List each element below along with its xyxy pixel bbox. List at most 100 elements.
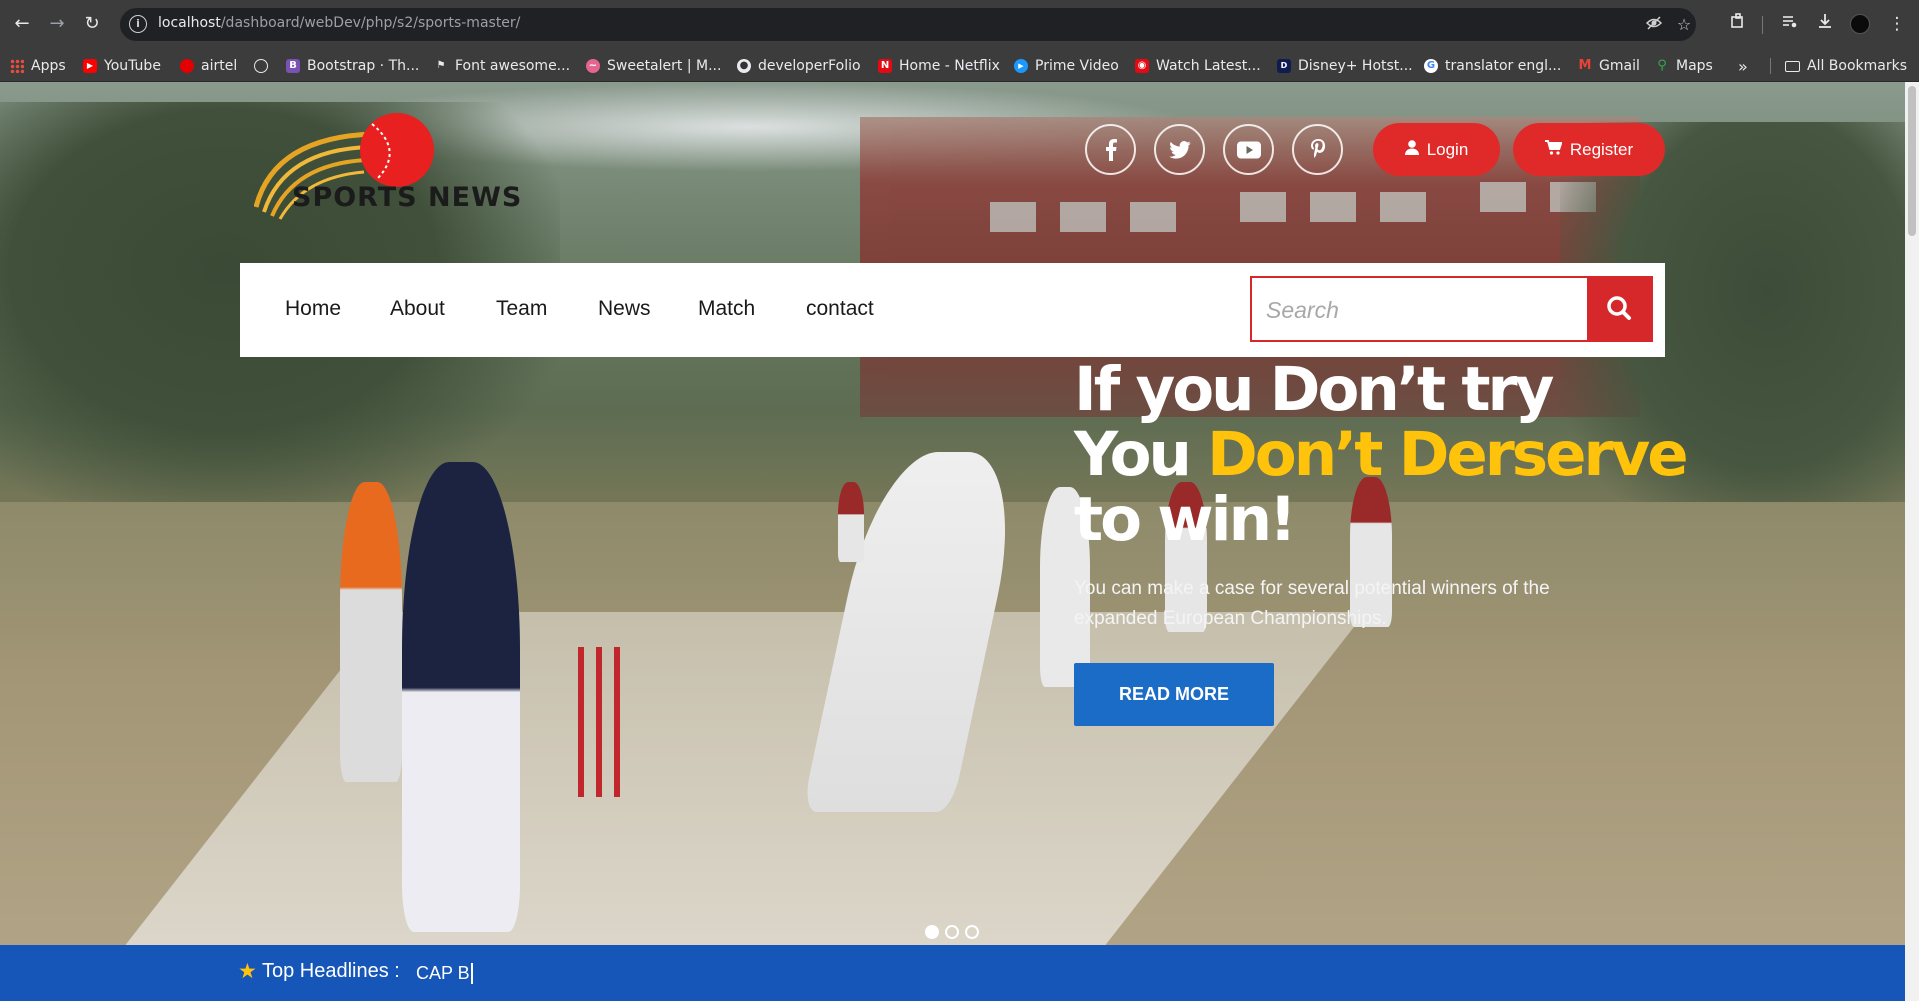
bookmark-translator[interactable]: G translator engl...: [1424, 56, 1561, 76]
facebook-button[interactable]: [1085, 124, 1136, 175]
forward-icon[interactable]: →: [45, 12, 69, 36]
bookmark-prime-video[interactable]: ▶ Prime Video: [1014, 56, 1119, 76]
back-icon[interactable]: ←: [10, 12, 34, 36]
bookmark-developerfolio[interactable]: ● developerFolio: [737, 56, 861, 76]
bookmark-label: Font awesome...: [455, 58, 571, 74]
bookmark-airtel[interactable]: airtel: [180, 56, 237, 76]
profile-icon[interactable]: [1850, 14, 1870, 34]
font-awesome-icon: ⚑: [436, 60, 446, 71]
search-button[interactable]: [1587, 276, 1653, 342]
url-host: localhost: [158, 15, 221, 31]
reload-icon[interactable]: ↻: [80, 12, 104, 36]
sweetalert-icon: ~: [586, 59, 600, 73]
menu-icon[interactable]: ⋮: [1885, 12, 1909, 36]
airtel-icon: [180, 59, 194, 73]
slider-dot-2[interactable]: [945, 925, 959, 939]
nav-contact[interactable]: contact: [806, 297, 874, 321]
url-text[interactable]: localhost/dashboard/webDev/php/s2/sports…: [158, 15, 520, 31]
hero-headline-accent: Don’t Derserve: [1207, 419, 1689, 490]
bootstrap-icon: B: [286, 59, 300, 73]
hero-fielder: [838, 482, 864, 562]
bookmark-label: Sweetalert | M...: [607, 58, 722, 74]
slider-dot-1[interactable]: [925, 925, 939, 939]
twitter-icon: [1168, 140, 1191, 159]
read-more-button[interactable]: READ MORE: [1074, 663, 1274, 726]
hero-stump: [614, 647, 620, 797]
youtube-icon: [1236, 141, 1261, 158]
hero-headline-line1: If you Don’t try: [1074, 354, 1554, 425]
media-icon[interactable]: [1778, 12, 1802, 36]
bookmarks-overflow-button[interactable]: »: [1738, 56, 1748, 76]
page-viewport: SPORTS NEWS Login Register Home About Te…: [0, 82, 1919, 1001]
hero-stump: [596, 647, 602, 797]
youtube-button[interactable]: [1223, 124, 1274, 175]
slider-dot-3[interactable]: [965, 925, 979, 939]
bookmark-label: Prime Video: [1035, 58, 1119, 74]
folder-icon: [1785, 60, 1800, 72]
apps-grid-icon: [10, 59, 24, 73]
top-headlines-ticker: ★ Top Headlines : CAP B: [0, 945, 1905, 1001]
download-icon[interactable]: [1813, 12, 1837, 36]
nav-match[interactable]: Match: [698, 297, 755, 321]
ticker-label: Top Headlines :: [262, 960, 400, 982]
register-button[interactable]: Register: [1513, 123, 1665, 176]
bookmark-globe[interactable]: [254, 56, 275, 76]
hero-umpire: [402, 462, 520, 932]
hero-headline-line3: to win!: [1074, 484, 1297, 555]
bookmark-label: Disney+ Hotst...: [1298, 58, 1413, 74]
nav-team[interactable]: Team: [496, 297, 547, 321]
ticker-headline[interactable]: CAP B: [416, 963, 473, 984]
google-icon: G: [1424, 59, 1438, 73]
site-logo[interactable]: SPORTS NEWS: [253, 112, 524, 227]
address-bar[interactable]: i localhost/dashboard/webDev/php/s2/spor…: [120, 8, 1696, 41]
bookmark-label: Maps: [1676, 58, 1713, 74]
bookmark-netflix[interactable]: N Home - Netflix: [878, 56, 1000, 76]
extensions-icon[interactable]: [1726, 12, 1750, 36]
globe-icon: [254, 59, 268, 73]
bookmark-apps[interactable]: Apps: [10, 56, 66, 76]
disney-hotstar-icon: D: [1277, 59, 1291, 73]
login-button[interactable]: Login: [1373, 123, 1500, 176]
toolbar-divider: [1762, 16, 1763, 34]
bookmark-maps[interactable]: ⚲ Maps: [1655, 56, 1713, 76]
bookmark-gmail[interactable]: M Gmail: [1578, 56, 1640, 76]
youtube-icon: ▶: [83, 59, 97, 73]
eye-off-icon[interactable]: [1643, 14, 1665, 36]
facebook-icon: [1105, 138, 1117, 161]
hero-subtext: You can make a case for several potentia…: [1074, 578, 1550, 629]
search-box: [1250, 276, 1590, 342]
netflix-icon: N: [878, 59, 892, 73]
bookmark-label: Gmail: [1599, 58, 1640, 74]
bookmark-font-awesome[interactable]: ⚑ Font awesome...: [434, 56, 571, 76]
bookmark-bootstrap[interactable]: B Bootstrap · Th...: [286, 56, 419, 76]
twitter-button[interactable]: [1154, 124, 1205, 175]
bookmark-youtube[interactable]: ▶ YouTube: [83, 56, 161, 76]
bookmark-sweetalert[interactable]: ~ Sweetalert | M...: [586, 56, 721, 76]
page-scrollbar[interactable]: [1905, 82, 1919, 1001]
bookmarks-bar: Apps ▶ YouTube airtel B Bootstrap · Th..…: [0, 49, 1919, 82]
hero-batsman: [340, 482, 402, 782]
site-info-icon[interactable]: i: [129, 15, 147, 33]
pinterest-button[interactable]: [1292, 124, 1343, 175]
maps-icon: ⚲: [1657, 58, 1667, 73]
bookmarks-divider: [1770, 58, 1771, 74]
scrollbar-thumb[interactable]: [1908, 86, 1916, 236]
hero-headline: If you Don’t try You Don’t Derserve to w…: [1074, 354, 1689, 555]
gmail-icon: M: [1578, 58, 1592, 73]
login-label: Login: [1426, 139, 1469, 159]
bookmark-label: developerFolio: [758, 58, 861, 74]
nav-home[interactable]: Home: [285, 297, 341, 321]
all-bookmarks-button[interactable]: All Bookmarks: [1785, 56, 1907, 76]
bookmark-label: Apps: [31, 58, 66, 74]
bookmark-label: Home - Netflix: [899, 58, 1000, 74]
prime-video-icon: ▶: [1014, 59, 1028, 73]
hero-headline-line2-white: You: [1074, 419, 1208, 490]
bookmark-watch-latest[interactable]: ◉ Watch Latest...: [1135, 56, 1261, 76]
search-input[interactable]: [1266, 292, 1576, 328]
hero-stump: [578, 647, 584, 797]
bookmark-disney-hotstar[interactable]: D Disney+ Hotst...: [1277, 56, 1413, 76]
star-icon[interactable]: ☆: [1673, 14, 1695, 36]
nav-about[interactable]: About: [390, 297, 445, 321]
bookmark-label: YouTube: [104, 58, 161, 74]
nav-news[interactable]: News: [598, 297, 651, 321]
